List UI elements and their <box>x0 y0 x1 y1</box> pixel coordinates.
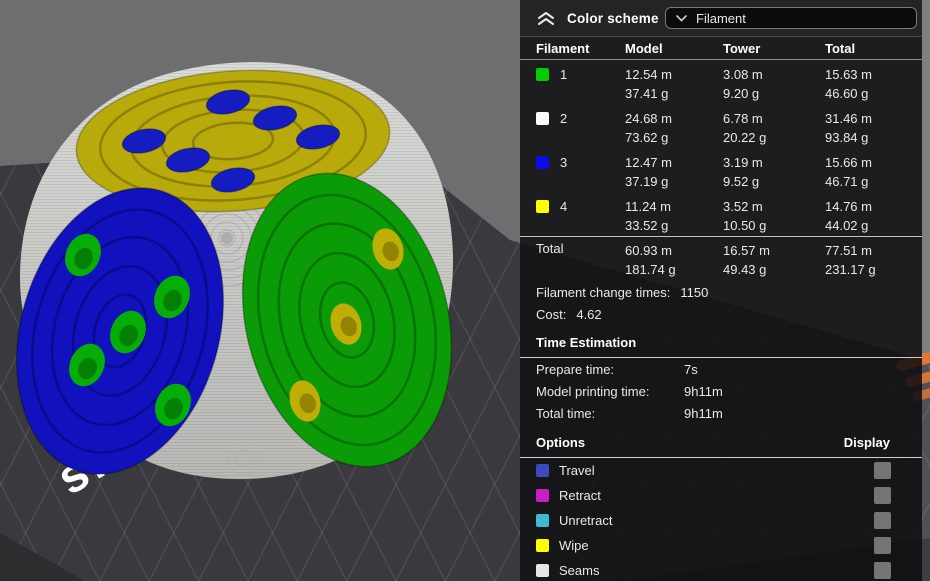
options-header: Options Display <box>520 430 922 454</box>
dropdown-value: Filament <box>696 10 746 26</box>
collapse-panel-icon[interactable] <box>536 11 556 26</box>
option-color-swatch <box>536 514 549 527</box>
display-column-label: Display <box>843 434 890 450</box>
time-value: 7s <box>684 361 698 377</box>
col-tower: Tower <box>723 40 761 56</box>
time-label: Prepare time: <box>536 361 615 377</box>
filament-number: 3 <box>560 155 568 170</box>
option-row-wipe: Wipe <box>520 533 922 558</box>
total-weight: 93.84 g <box>825 130 869 145</box>
model-length-total: 60.93 m <box>625 243 672 258</box>
filament-row: 2 24.68 m 73.62 g 6.78 m 20.22 g 31.46 m 93… <box>520 104 922 148</box>
col-model: Model <box>625 40 663 56</box>
option-label: Travel <box>559 463 595 478</box>
tower-length-total: 16.57 m <box>723 243 770 258</box>
prepare-time-row: Prepare time: 7s <box>520 358 922 380</box>
total-weight-total: 231.17 g <box>825 262 876 277</box>
app-window: sr <box>0 0 930 581</box>
col-filament: Filament <box>536 40 590 56</box>
filament-color-swatch <box>536 200 549 213</box>
option-row-travel: Travel <box>520 458 922 483</box>
tower-weight: 9.52 g <box>723 174 760 189</box>
time-estimation-title: Time Estimation <box>536 334 637 350</box>
total-length: 31.46 m <box>825 111 872 126</box>
filament-row: 4 11.24 m 33.52 g 3.52 m 10.50 g 14.76 m 44… <box>520 192 922 236</box>
time-label: Model printing time: <box>536 383 650 399</box>
total-label: Total <box>536 241 564 256</box>
time-value: 9h11m <box>684 383 723 399</box>
totals-row: Total 60.93 m 181.74 g 16.57 m 49.43 g 77.… <box>520 237 922 281</box>
filament-color-swatch <box>536 112 549 125</box>
tower-length: 3.08 m <box>723 67 763 82</box>
option-label: Unretract <box>559 513 613 528</box>
tower-weight: 10.50 g <box>723 218 767 233</box>
display-checkbox[interactable] <box>874 512 891 529</box>
model-length: 11.24 m <box>625 199 672 214</box>
tower-length: 3.52 m <box>723 199 763 214</box>
display-checkbox[interactable] <box>874 537 891 554</box>
option-label: Seams <box>559 563 600 578</box>
option-color-swatch <box>536 464 549 477</box>
time-label: Total time: <box>536 405 596 421</box>
model-weight: 37.19 g <box>625 174 669 189</box>
dice-corner-center <box>221 232 233 244</box>
tower-length: 6.78 m <box>723 111 763 126</box>
stat-label: Cost: <box>536 306 567 322</box>
option-color-swatch <box>536 489 549 502</box>
filament-number: 1 <box>560 67 568 82</box>
filament-number: 2 <box>560 111 568 126</box>
total-length: 15.63 m <box>825 67 872 82</box>
total-weight: 44.02 g <box>825 218 869 233</box>
option-color-swatch <box>536 564 549 577</box>
total-weight: 46.60 g <box>825 86 869 101</box>
color-scheme-panel: Color scheme Filament Filament Model Tow… <box>520 0 922 581</box>
tower-weight-total: 49.43 g <box>723 262 767 277</box>
filament-row: 3 12.47 m 37.19 g 3.19 m 9.52 g 15.66 m 46.… <box>520 148 922 192</box>
stat-value: 1150 <box>680 284 709 300</box>
options-title: Options <box>536 434 586 450</box>
display-checkbox[interactable] <box>874 462 891 479</box>
total-time-row: Total time: 9h11m <box>520 402 922 424</box>
view-mode-dropdown[interactable]: Filament <box>665 7 917 29</box>
display-checkbox[interactable] <box>874 487 891 504</box>
option-label: Wipe <box>559 538 589 553</box>
model-printing-time-row: Model printing time: 9h11m <box>520 380 922 402</box>
panel-header: Color scheme Filament <box>520 0 922 37</box>
total-length-total: 77.51 m <box>825 243 872 258</box>
filament-number: 4 <box>560 199 568 214</box>
stat-value: 4.62 <box>576 306 602 322</box>
panel-title: Color scheme <box>567 10 659 26</box>
model-weight: 73.62 g <box>625 130 669 145</box>
total-weight: 46.71 g <box>825 174 869 189</box>
model-weight-total: 181.74 g <box>625 262 676 277</box>
model-weight: 37.41 g <box>625 86 669 101</box>
time-value: 9h11m <box>684 405 723 421</box>
model-length: 12.47 m <box>625 155 672 170</box>
tower-weight: 20.22 g <box>723 130 767 145</box>
filament-change-times: Filament change times: 1150 <box>520 281 922 303</box>
col-total: Total <box>825 40 856 56</box>
tower-weight: 9.20 g <box>723 86 760 101</box>
option-label: Retract <box>559 488 601 503</box>
dice-model[interactable] <box>0 60 481 498</box>
option-row-seams: Seams <box>520 558 922 581</box>
table-header: Filament Model Tower Total <box>520 37 922 60</box>
display-checkbox[interactable] <box>874 562 891 579</box>
cost: Cost: 4.62 <box>520 303 922 325</box>
option-color-swatch <box>536 539 549 552</box>
stat-label: Filament change times: <box>536 284 671 300</box>
filament-color-swatch <box>536 68 549 81</box>
tower-length: 3.19 m <box>723 155 763 170</box>
panel-edge-strip <box>922 0 930 581</box>
dropdown-chevron-icon <box>676 14 687 21</box>
option-row-unretract: Unretract <box>520 508 922 533</box>
option-row-retract: Retract <box>520 483 922 508</box>
total-length: 15.66 m <box>825 155 872 170</box>
model-weight: 33.52 g <box>625 218 669 233</box>
filament-color-swatch <box>536 156 549 169</box>
model-length: 24.68 m <box>625 111 672 126</box>
model-length: 12.54 m <box>625 67 672 82</box>
total-length: 14.76 m <box>825 199 872 214</box>
filament-row: 1 12.54 m 37.41 g 3.08 m 9.20 g 15.63 m 46.… <box>520 60 922 104</box>
